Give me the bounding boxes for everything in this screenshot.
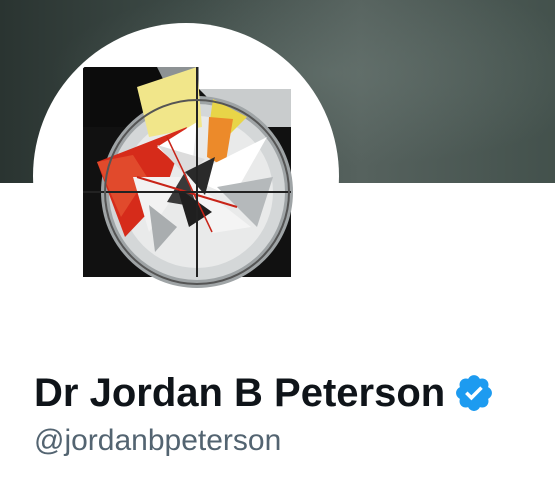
profile-display-name: Dr Jordan B Peterson	[34, 369, 495, 417]
profile-handle: @jordanbpeterson	[34, 424, 282, 457]
display-name-text: Dr Jordan B Peterson	[34, 371, 446, 415]
avatar[interactable]	[37, 27, 335, 325]
avatar-logo-icon	[37, 27, 335, 325]
avatar-ring	[33, 23, 339, 329]
verified-badge-icon[interactable]	[453, 372, 495, 414]
profile-header: Dr Jordan B Peterson @jordanbpeterson	[0, 0, 555, 491]
